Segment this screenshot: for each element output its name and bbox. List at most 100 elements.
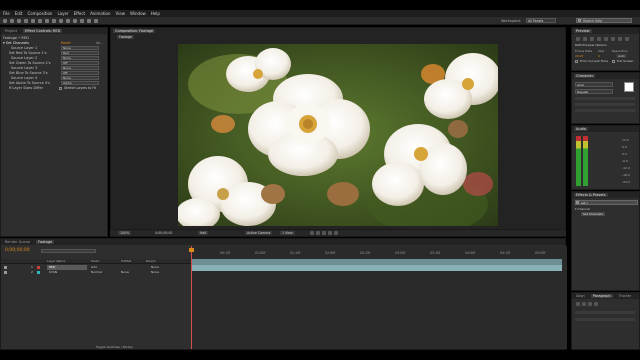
last-frame-icon[interactable] [604, 37, 608, 41]
row-select[interactable]: Red [61, 51, 99, 55]
tracking-row[interactable] [575, 109, 635, 112]
workspace-select[interactable]: All Panels [526, 18, 556, 23]
tab-project[interactable]: Project [3, 29, 19, 33]
layer-trkmat[interactable]: None [121, 270, 129, 274]
ram-preview-title[interactable]: RAM Preview Options [575, 43, 607, 47]
row-select[interactable]: None [61, 66, 99, 70]
eraser-tool-icon[interactable] [80, 19, 84, 23]
tab-effect-controls[interactable]: Effect Controls: RED [22, 29, 63, 33]
camera-select[interactable]: Active Camera [245, 231, 273, 235]
mask-toggle-icon[interactable] [322, 231, 326, 235]
row-select[interactable]: None [61, 56, 99, 60]
timeline-timecode[interactable]: 0;00;00;00 [5, 248, 30, 253]
tab-composition[interactable]: Composition: Footage [113, 29, 156, 33]
mask-tool-icon[interactable] [45, 19, 49, 23]
audio-icon[interactable] [611, 37, 615, 41]
font-select[interactable]: Arial [575, 82, 613, 87]
menu-layer[interactable]: Layer [57, 11, 68, 16]
tab-tracker[interactable]: Tracker [617, 294, 634, 298]
col-mode[interactable]: Mode [91, 259, 99, 263]
effects-search-input[interactable]: set c [575, 200, 638, 205]
row-select[interactable]: Alpha [61, 81, 99, 85]
font-size-row[interactable] [575, 97, 635, 100]
menu-effect[interactable]: Effect [74, 11, 86, 16]
views-select[interactable]: 1 View [280, 231, 295, 235]
menu-file[interactable]: File [3, 11, 10, 16]
col-trkmat[interactable]: TrkMat [121, 259, 131, 263]
row-select[interactable]: Off [61, 61, 99, 65]
viewer-timecode[interactable]: 0;00;00;00 [155, 231, 172, 235]
loop-icon[interactable] [618, 37, 622, 41]
playhead-handle-icon[interactable] [189, 248, 194, 252]
roto-tool-icon[interactable] [87, 19, 91, 23]
tab-effects-presets[interactable]: Effects & Presets [574, 193, 608, 197]
menu-composition[interactable]: Composition [27, 11, 52, 16]
region-icon[interactable] [310, 231, 314, 235]
first-frame-icon[interactable] [576, 37, 580, 41]
fill-color-swatch[interactable] [624, 82, 634, 92]
rotate-tool-icon[interactable] [24, 19, 28, 23]
layer-name[interactable]: CYAN [47, 270, 57, 274]
frame-rate-value[interactable]: 29.97 [575, 54, 584, 58]
resolution-select[interactable]: Half [198, 231, 209, 235]
snapshot-icon[interactable] [328, 231, 332, 235]
playhead-line[interactable] [191, 246, 192, 349]
layer-mode[interactable]: Normal [91, 270, 102, 274]
layer-parent[interactable]: None [151, 265, 159, 269]
tab-paragraph[interactable]: Paragraph [590, 294, 613, 298]
toggle-switches-modes[interactable]: Toggle Switches / Modes [96, 345, 133, 349]
camera-tool-icon[interactable] [31, 19, 35, 23]
tab-render-queue[interactable]: Render Queue [3, 240, 32, 244]
resolution-select[interactable]: Auto [616, 54, 627, 58]
puppet-tool-icon[interactable] [94, 19, 98, 23]
menu-window[interactable]: Window [130, 11, 146, 16]
align-center-icon[interactable] [582, 302, 586, 306]
play-icon[interactable] [590, 37, 594, 41]
font-style-select[interactable]: Regular [575, 89, 613, 94]
pan-behind-tool-icon[interactable] [38, 19, 42, 23]
leading-row[interactable] [575, 103, 635, 106]
visibility-icon[interactable] [4, 271, 7, 274]
layer-mode[interactable]: Add [91, 265, 97, 269]
timeline-search-input[interactable] [41, 249, 96, 253]
skip-value[interactable]: 0 [598, 54, 600, 58]
visibility-icon[interactable] [4, 266, 7, 269]
menu-view[interactable]: View [116, 11, 126, 16]
tab-preview[interactable]: Preview [574, 29, 592, 33]
brush-tool-icon[interactable] [66, 19, 70, 23]
stretch-checkbox[interactable] [59, 87, 62, 90]
menu-help[interactable]: Help [151, 11, 160, 16]
layer-bar-cyan[interactable] [191, 265, 562, 271]
row-select[interactable]: Off [61, 71, 99, 75]
from-current-checkbox[interactable] [575, 60, 578, 63]
effect-about-link[interactable]: Ab... [96, 41, 103, 45]
text-tool-icon[interactable] [59, 19, 63, 23]
transparency-grid-icon[interactable] [316, 231, 320, 235]
clone-tool-icon[interactable] [73, 19, 77, 23]
align-right-icon[interactable] [588, 302, 592, 306]
effect-reset-link[interactable]: Reset [61, 41, 71, 45]
next-frame-icon[interactable] [597, 37, 601, 41]
full-screen-checkbox[interactable] [612, 60, 615, 63]
indent-row[interactable] [575, 311, 635, 314]
row-select[interactable]: None [61, 76, 99, 80]
color-channel-icon[interactable] [334, 231, 338, 235]
tab-character[interactable]: Character [574, 74, 596, 78]
table-row[interactable]: 2 CYAN Normal None None [1, 270, 191, 275]
hand-tool-icon[interactable] [10, 19, 14, 23]
prev-frame-icon[interactable] [583, 37, 587, 41]
justify-icon[interactable] [594, 302, 598, 306]
selection-tool-icon[interactable] [3, 19, 7, 23]
ram-preview-icon[interactable] [625, 37, 629, 41]
zoom-select[interactable]: 100% [118, 231, 132, 235]
effects-result-item[interactable]: Set Channels [581, 212, 605, 216]
col-parent[interactable]: Parent [146, 259, 156, 263]
align-left-icon[interactable] [576, 302, 580, 306]
spacing-row[interactable] [575, 318, 635, 321]
col-layer-name[interactable]: Layer Name [47, 259, 65, 263]
tab-audio[interactable]: Audio [574, 127, 588, 131]
menu-animation[interactable]: Animation [90, 11, 110, 16]
search-help-input[interactable]: Search Help [576, 18, 632, 23]
effects-category[interactable]: ▾ Channel [575, 207, 590, 211]
tab-align[interactable]: Align [574, 294, 587, 298]
